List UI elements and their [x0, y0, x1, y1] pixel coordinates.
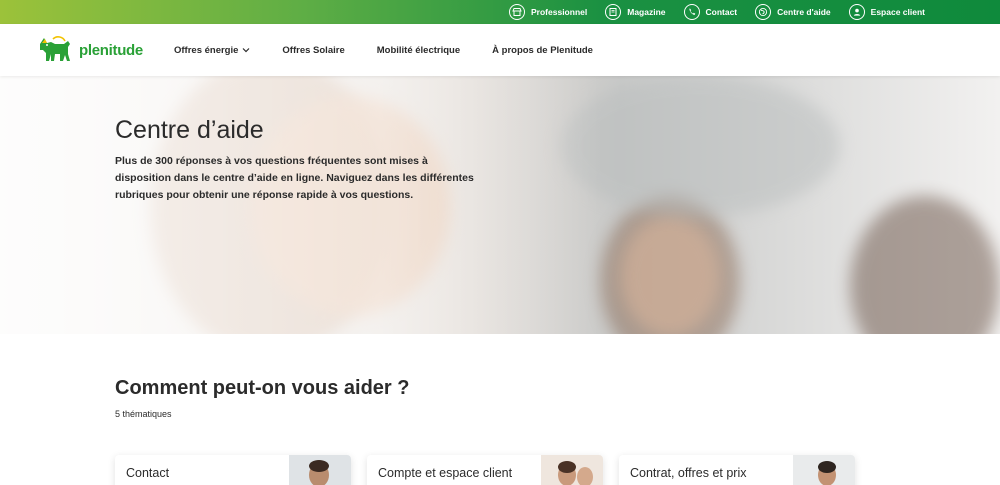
nav-a-propos[interactable]: À propos de Plenitude: [492, 45, 593, 56]
topic-card-contact[interactable]: Contact: [115, 455, 351, 485]
card-thumbnail-image: [541, 455, 603, 485]
logo-wordmark: plenitude: [79, 41, 143, 59]
utility-link-help-center[interactable]: Centre d'aide: [755, 4, 831, 20]
topic-card-account[interactable]: Compte et espace client: [367, 455, 603, 485]
utility-link-magazine[interactable]: Magazine: [605, 4, 666, 20]
card-thumbnail-image: [793, 455, 855, 485]
utility-link-label: Espace client: [870, 7, 925, 17]
page-title: Centre d’aide: [115, 116, 264, 144]
card-label: Contrat, offres et prix: [630, 466, 747, 480]
hero-overlay: [0, 76, 1000, 334]
nav-label: Mobilité électrique: [376, 44, 461, 56]
topics-count: 5 thématiques: [115, 409, 172, 419]
nav-offres-solaire[interactable]: Offres Solaire: [282, 45, 344, 56]
main-header: plenitude Offres énergie Offres Solaire …: [0, 24, 1000, 76]
nav-offres-energie[interactable]: Offres énergie: [174, 45, 250, 56]
nav-mobilite-electrique[interactable]: Mobilité électrique: [377, 45, 460, 56]
utility-link-customer-area[interactable]: Espace client: [848, 4, 925, 20]
topic-card-contract[interactable]: Contrat, offres et prix: [619, 455, 855, 485]
section-title: Comment peut-on vous aider ?: [115, 377, 410, 399]
six-legged-dog-logo-icon: [40, 36, 70, 61]
nav-label: À propos de Plenitude: [492, 44, 593, 56]
chevron-down-icon: [242, 48, 250, 53]
nav-label: Offres Solaire: [282, 44, 345, 56]
phone-icon: [683, 4, 700, 20]
store-icon: [509, 4, 526, 20]
main-nav: Offres énergie Offres Solaire Mobilité é…: [174, 24, 593, 76]
utility-link-professionnel[interactable]: Professionnel: [509, 4, 587, 20]
user-icon: [848, 4, 865, 20]
top-utility-bar: Professionnel Magazine Contact Centre d'…: [0, 0, 1000, 24]
utility-link-label: Magazine: [627, 7, 666, 17]
card-label: Contact: [126, 466, 170, 480]
utility-link-label: Professionnel: [531, 7, 588, 17]
globe-icon: [755, 4, 772, 20]
nav-label: Offres énergie: [174, 44, 239, 56]
hero-description: Plus de 300 réponses à vos questions fré…: [115, 155, 474, 201]
plenitude-logo[interactable]: plenitude: [37, 34, 143, 66]
utility-link-label: Centre d'aide: [777, 7, 831, 17]
hero-banner: Centre d’aide Plus de 300 réponses à vos…: [0, 76, 1000, 334]
card-thumbnail-image: [289, 455, 351, 485]
book-icon: [605, 4, 622, 20]
utility-nav: Professionnel Magazine Contact Centre d'…: [509, 0, 925, 24]
card-label: Compte et espace client: [378, 466, 513, 480]
utility-link-label: Contact: [705, 7, 738, 17]
utility-link-contact[interactable]: Contact: [683, 4, 738, 20]
